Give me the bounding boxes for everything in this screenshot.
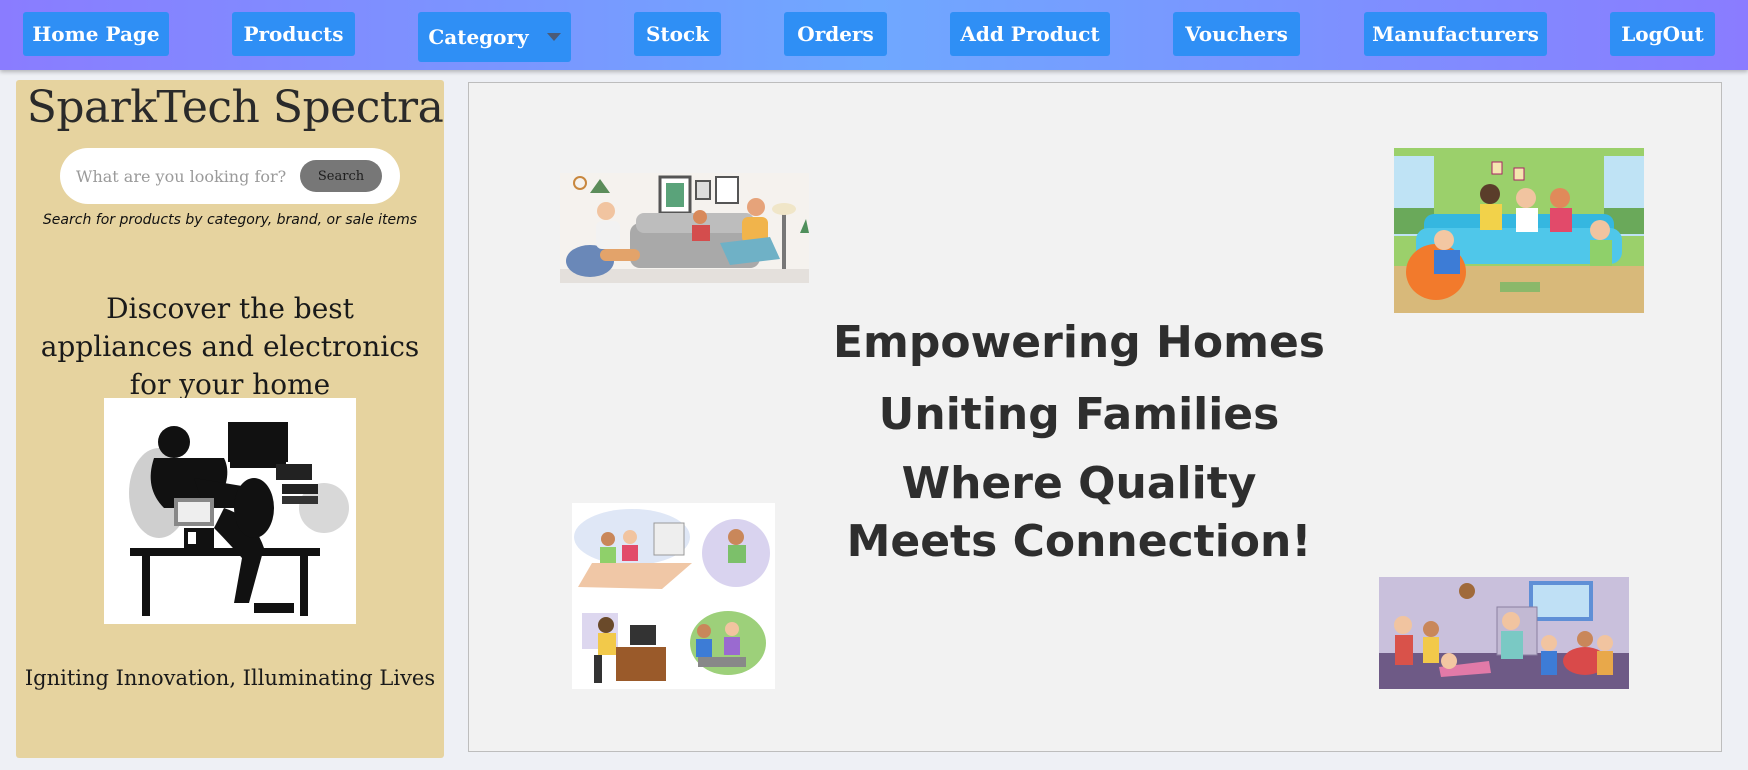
- search-button[interactable]: Search: [300, 160, 382, 192]
- search-input[interactable]: [76, 160, 288, 192]
- sidebar: SparkTech Spectra Search Search for prod…: [16, 80, 444, 758]
- nav-stock-button[interactable]: Stock: [634, 12, 721, 56]
- nav-orders-button[interactable]: Orders: [784, 12, 887, 56]
- main-panel: Empowering Homes Uniting Families Where …: [468, 82, 1722, 752]
- top-nav-bar: Home Page Products Category Stock Orders…: [0, 0, 1748, 70]
- kids-on-sofa-image: [1394, 148, 1644, 313]
- kids-with-computers-image: [572, 503, 775, 689]
- tagline: Igniting Innovation, Illuminating Lives: [24, 666, 436, 690]
- discover-heading: Discover the best appliances and electro…: [40, 292, 420, 401]
- nav-home-button[interactable]: Home Page: [23, 12, 169, 56]
- chevron-down-icon: [546, 33, 561, 41]
- nav-add-product-button[interactable]: Add Product: [950, 12, 1110, 56]
- nav-manufacturers-button[interactable]: Manufacturers: [1364, 12, 1547, 56]
- nav-vouchers-button[interactable]: Vouchers: [1173, 12, 1300, 56]
- person-at-desk-image: [104, 398, 356, 624]
- search-bar: Search: [60, 148, 400, 204]
- hero-text: Empowering Homes Uniting Families Where …: [829, 311, 1329, 571]
- search-hint: Search for products by category, brand, …: [42, 212, 418, 228]
- nav-category-label: Category: [428, 25, 529, 49]
- nav-category-dropdown[interactable]: Category: [418, 12, 571, 62]
- hero-line-3: Where Quality Meets Connection!: [846, 458, 1312, 567]
- hero-line-2: Uniting Families: [878, 389, 1280, 440]
- family-living-room-image: [560, 173, 809, 283]
- nav-logout-button[interactable]: LogOut: [1610, 12, 1715, 56]
- brand-title: SparkTech Spectra: [26, 82, 444, 133]
- hero-line-1: Empowering Homes: [833, 317, 1325, 368]
- nav-products-button[interactable]: Products: [232, 12, 355, 56]
- kids-playroom-image: [1379, 577, 1629, 689]
